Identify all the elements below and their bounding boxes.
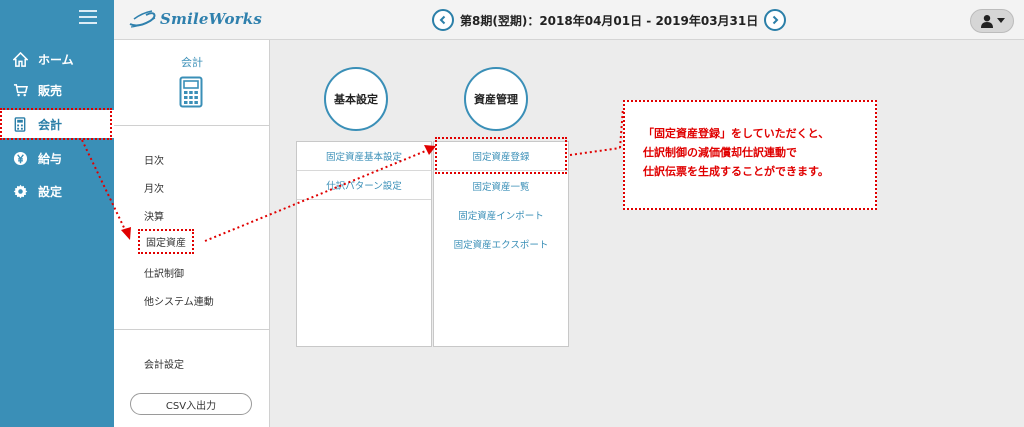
nav-item-sales[interactable]: 販売 xyxy=(0,76,114,104)
submenu-item-daily[interactable]: 日次 xyxy=(144,152,164,167)
asset-management-panel: 固定資産登録 固定資産一覧 固定資産インポート 固定資産エクスポート xyxy=(433,141,569,347)
csv-import-export-button[interactable]: CSV入出力 xyxy=(130,393,252,415)
chevron-left-icon xyxy=(439,15,446,25)
menu-item-fixed-asset-basic-settings[interactable]: 固定資産基本設定 xyxy=(297,142,431,171)
callout-line: 「固定資産登録」をしていただくと、 xyxy=(643,127,830,140)
nav-item-home[interactable]: ホーム xyxy=(0,45,114,73)
menu-item-journal-pattern-settings[interactable]: 仕訳パターン設定 xyxy=(297,171,431,200)
user-menu-button[interactable] xyxy=(970,9,1014,33)
home-icon xyxy=(12,51,28,67)
app-logo[interactable]: SmileWorks xyxy=(128,9,262,29)
previous-period-button[interactable] xyxy=(432,9,454,31)
calculator-icon xyxy=(179,76,203,112)
chevron-right-icon xyxy=(773,15,779,25)
submenu-item-accounting-settings[interactable]: 会計設定 xyxy=(144,356,184,371)
period-label: 第8期(翌期)：2018年04月01日 - 2019年03月31日 xyxy=(460,13,759,28)
next-period-button[interactable] xyxy=(764,9,787,31)
calculator-icon xyxy=(12,116,28,132)
submenu-item-fixed-assets[interactable]: 固定資産 xyxy=(138,229,194,254)
caret-down-icon xyxy=(996,18,1005,23)
period-selector: 第8期(翌期)：2018年04月01日 - 2019年03月31日 xyxy=(432,9,787,31)
menu-item-fixed-asset-list[interactable]: 固定資産一覧 xyxy=(434,171,568,200)
submenu-title: 会計 xyxy=(181,56,203,69)
nav-item-label: 会計 xyxy=(38,117,63,132)
nav-item-label: 給与 xyxy=(38,151,63,166)
main-nav: ホーム 販売 会計 給与 設定 xyxy=(0,0,114,427)
basic-settings-heading: 基本設定 xyxy=(324,67,388,131)
nav-item-label: 設定 xyxy=(38,184,63,199)
app-window: ホーム 販売 会計 給与 設定 SmileWorks 第8期(翌期)：2018年… xyxy=(0,0,1024,427)
menu-toggle-icon[interactable] xyxy=(79,10,97,26)
divider xyxy=(114,329,270,330)
cart-icon xyxy=(12,82,28,98)
menu-item-fixed-asset-registration[interactable]: 固定資産登録 xyxy=(434,142,568,171)
app-name: SmileWorks xyxy=(160,10,263,28)
gear-icon xyxy=(12,183,28,199)
menu-item-fixed-asset-import[interactable]: 固定資産インポート xyxy=(434,200,568,229)
logo-swirl-icon xyxy=(129,10,156,28)
submenu-item-closing[interactable]: 決算 xyxy=(144,208,164,223)
accounting-submenu: 会計 日次 月次 決算 固定資産 仕訳制御 他システム連動 会計設定 CSV入出… xyxy=(114,40,270,427)
callout-line: 仕訳制御の減価償却仕訳連動で xyxy=(643,146,797,159)
basic-settings-panel: 固定資産基本設定 仕訳パターン設定 xyxy=(296,141,432,347)
yen-icon xyxy=(12,150,28,166)
nav-item-payroll[interactable]: 給与 xyxy=(0,144,114,172)
nav-item-settings[interactable]: 設定 xyxy=(0,177,114,205)
annotation-callout: 「固定資産登録」をしていただくと、 仕訳制御の減価償却仕訳連動で 仕訳伝票を生成… xyxy=(623,100,877,210)
user-icon xyxy=(980,15,993,28)
nav-item-label: 販売 xyxy=(38,83,63,98)
submenu-item-journal-control[interactable]: 仕訳制御 xyxy=(144,265,184,280)
asset-management-heading: 資産管理 xyxy=(464,67,528,131)
divider xyxy=(114,125,270,126)
menu-item-fixed-asset-export[interactable]: 固定資産エクスポート xyxy=(434,229,568,258)
submenu-item-monthly[interactable]: 月次 xyxy=(144,180,164,195)
submenu-item-external-link[interactable]: 他システム連動 xyxy=(144,293,214,308)
top-header: SmileWorks 第8期(翌期)：2018年04月01日 - 2019年03… xyxy=(114,0,1024,40)
nav-item-accounting[interactable]: 会計 xyxy=(0,110,114,138)
callout-line: 仕訳伝票を生成することができます。 xyxy=(643,165,829,178)
nav-item-label: ホーム xyxy=(38,52,74,67)
